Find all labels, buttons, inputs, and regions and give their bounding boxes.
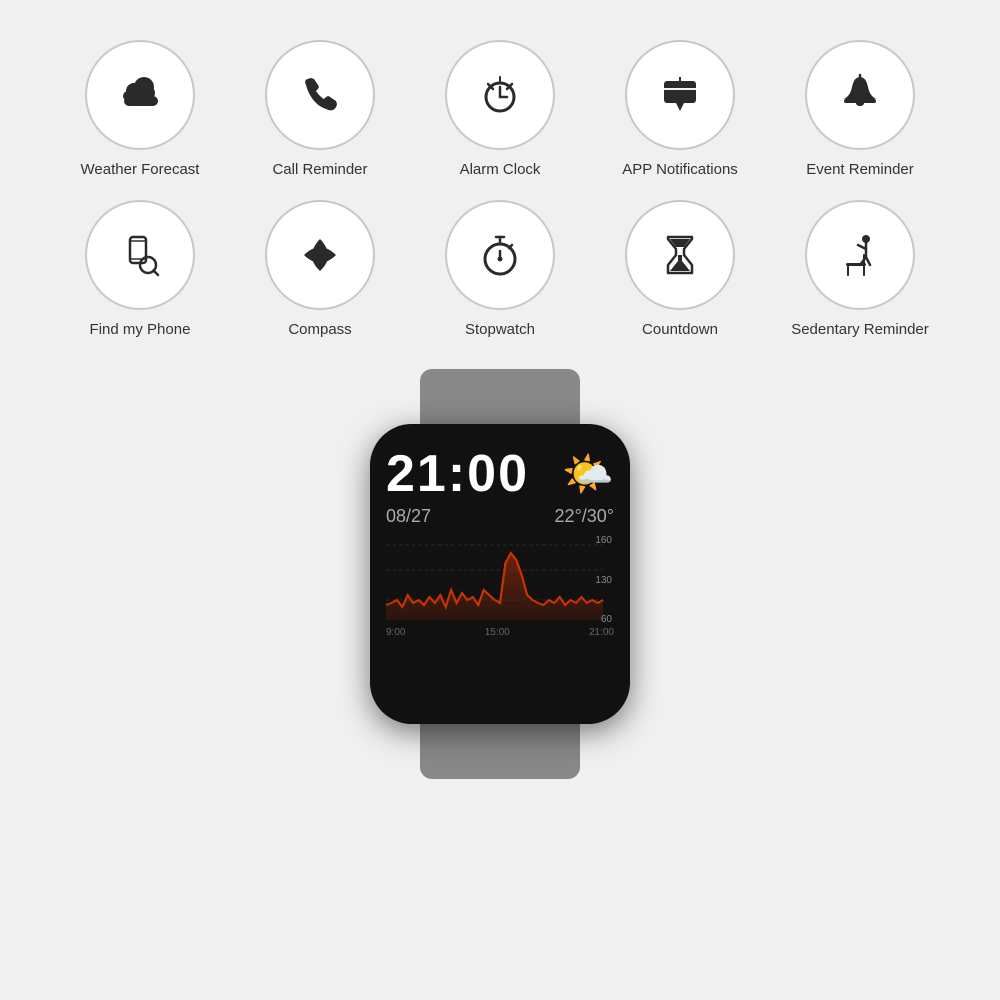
stopwatch-icon xyxy=(474,229,526,281)
chart-time-1500: 15:00 xyxy=(485,627,510,638)
heart-rate-chart xyxy=(386,535,614,625)
watch-container: 21:00 🌤️ 08/27 22°/30° xyxy=(330,369,670,789)
chart-time-row: 9:00 15:00 21:00 xyxy=(386,627,614,638)
alarm-icon xyxy=(474,69,526,121)
icon-row-2: Find my Phone Compass xyxy=(65,200,935,340)
chart-label-130: 130 xyxy=(595,575,612,586)
icon-grid: Weather Forecast Call Reminder xyxy=(0,40,1000,339)
band-top xyxy=(420,369,580,429)
weather-forecast-label: Weather Forecast xyxy=(81,160,200,180)
weather-icon xyxy=(114,69,166,121)
chart-time-2100: 21:00 xyxy=(589,627,614,638)
app-notifications-item: APP Notifications xyxy=(605,40,755,180)
event-reminder-circle xyxy=(805,40,915,150)
band-bottom xyxy=(420,719,580,779)
watch-time-row: 21:00 🌤️ xyxy=(386,444,614,504)
stopwatch-item: Stopwatch xyxy=(425,200,575,340)
watch-temp-display: 22°/30° xyxy=(555,506,614,527)
countdown-circle xyxy=(625,200,735,310)
alarm-clock-circle xyxy=(445,40,555,150)
compass-icon xyxy=(294,229,346,281)
chart-label-160: 160 xyxy=(595,535,612,546)
sedentary-icon xyxy=(834,229,886,281)
watch-date-display: 08/27 xyxy=(386,506,431,527)
sedentary-reminder-item: Sedentary Reminder xyxy=(785,200,935,340)
watch-time-display: 21:00 xyxy=(386,444,529,504)
watch-chart: 160 130 60 9:00 15:00 21:00 xyxy=(386,535,614,645)
compass-circle xyxy=(265,200,375,310)
watch-section: 21:00 🌤️ 08/27 22°/30° xyxy=(0,369,1000,789)
chart-labels: 160 130 60 xyxy=(595,535,614,625)
watch-info-row: 08/27 22°/30° xyxy=(386,506,614,527)
alarm-clock-label: Alarm Clock xyxy=(460,160,541,180)
event-reminder-label: Event Reminder xyxy=(806,160,914,180)
call-reminder-label: Call Reminder xyxy=(272,160,367,180)
stopwatch-label: Stopwatch xyxy=(465,320,535,340)
findphone-icon xyxy=(114,229,166,281)
find-my-phone-item: Find my Phone xyxy=(65,200,215,340)
sedentary-reminder-label: Sedentary Reminder xyxy=(791,320,929,340)
find-my-phone-circle xyxy=(85,200,195,310)
countdown-item: Countdown xyxy=(605,200,755,340)
countdown-icon xyxy=(654,229,706,281)
weather-forecast-item: Weather Forecast xyxy=(65,40,215,180)
watch-weather-icon: 🌤️ xyxy=(562,450,614,499)
event-reminder-item: Event Reminder xyxy=(785,40,935,180)
notification-icon xyxy=(654,69,706,121)
bell-icon xyxy=(834,69,886,121)
chart-label-60: 60 xyxy=(595,614,612,625)
alarm-clock-item: Alarm Clock xyxy=(425,40,575,180)
sedentary-reminder-circle xyxy=(805,200,915,310)
watch-body: 21:00 🌤️ 08/27 22°/30° xyxy=(370,424,630,724)
call-icon xyxy=(294,69,346,121)
app-notifications-circle xyxy=(625,40,735,150)
stopwatch-circle xyxy=(445,200,555,310)
compass-item: Compass xyxy=(245,200,395,340)
call-reminder-circle xyxy=(265,40,375,150)
watch-screen: 21:00 🌤️ 08/27 22°/30° xyxy=(370,424,630,724)
features-section: Weather Forecast Call Reminder xyxy=(0,0,1000,339)
chart-time-900: 9:00 xyxy=(386,627,405,638)
call-reminder-item: Call Reminder xyxy=(245,40,395,180)
app-notifications-label: APP Notifications xyxy=(622,160,738,180)
icon-row-1: Weather Forecast Call Reminder xyxy=(65,40,935,180)
countdown-label: Countdown xyxy=(642,320,718,340)
weather-forecast-circle xyxy=(85,40,195,150)
compass-label: Compass xyxy=(288,320,351,340)
find-my-phone-label: Find my Phone xyxy=(90,320,191,340)
